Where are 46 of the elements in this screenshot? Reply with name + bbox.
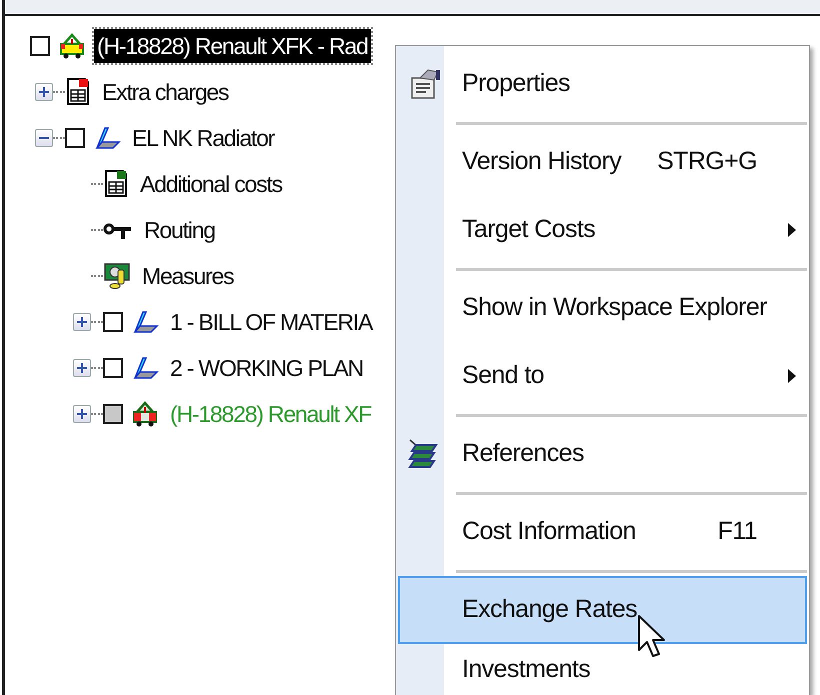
menu-item[interactable]: Target Costs: [398, 196, 807, 264]
menu-item-label: Properties: [462, 68, 571, 100]
spreadsheet-icon: [103, 169, 129, 199]
expand-button[interactable]: [73, 359, 91, 377]
checkbox[interactable]: [103, 312, 123, 332]
menu-item[interactable]: Investments: [398, 644, 807, 690]
tree-item-label[interactable]: EL NK Radiator: [129, 120, 278, 156]
expand-button[interactable]: [35, 83, 53, 101]
spreadsheet-icon: [65, 77, 91, 107]
menu-item[interactable]: References: [398, 420, 807, 488]
menu-item-label: Exchange Rates: [462, 594, 638, 626]
checkbox[interactable]: [103, 404, 123, 424]
tree-item-label[interactable]: 2 - WORKING PLAN: [167, 350, 366, 386]
menu-item-label: Version History: [462, 146, 622, 178]
shortcut-text: F11: [718, 516, 757, 548]
expand-button[interactable]: [73, 405, 91, 423]
expand-button[interactable]: [73, 313, 91, 331]
menu-item-label: Show in Workspace Explorer: [462, 292, 768, 324]
money-icon: [103, 262, 131, 290]
menu-item-label: Investments: [462, 654, 592, 684]
tree-item-label[interactable]: Routing: [141, 212, 218, 248]
menu-item[interactable]: Show in Workspace Explorer: [398, 274, 807, 342]
shortcut-text: STRG+G: [657, 146, 757, 178]
tree-item-label[interactable]: 1 - BILL OF MATERIA: [167, 304, 376, 340]
collapse-button[interactable]: [35, 129, 53, 147]
tree-item-label[interactable]: Extra charges: [99, 74, 232, 110]
menu-item[interactable]: Send to: [398, 342, 807, 410]
menu-item-label: Cost Information: [462, 516, 637, 548]
tree-item-label[interactable]: Measures: [139, 258, 236, 294]
menu-item[interactable]: Exchange Rates: [398, 576, 807, 644]
menu-item-label: Send to: [462, 360, 545, 392]
menu-item[interactable]: Properties: [398, 50, 807, 118]
checkbox[interactable]: [65, 128, 85, 148]
cursor-icon: [637, 614, 667, 660]
checkbox[interactable]: [30, 36, 50, 56]
menu-item-label: References: [462, 438, 585, 470]
tree-item-label[interactable]: (H-18828) Renault XFK - Rad: [94, 28, 371, 64]
car-icon: [58, 32, 86, 60]
menu-item[interactable]: Cost Information F11: [398, 498, 807, 566]
tree-item-label[interactable]: (H-18828) Renault XF: [167, 396, 374, 432]
checkbox[interactable]: [103, 358, 123, 378]
tree-item-label[interactable]: Additional costs: [137, 166, 285, 202]
menu-item[interactable]: Version History STRG+G: [398, 128, 807, 196]
menu-item-label: Target Costs: [462, 214, 596, 246]
car-icon: [131, 400, 159, 428]
layers-icon: [408, 438, 438, 470]
